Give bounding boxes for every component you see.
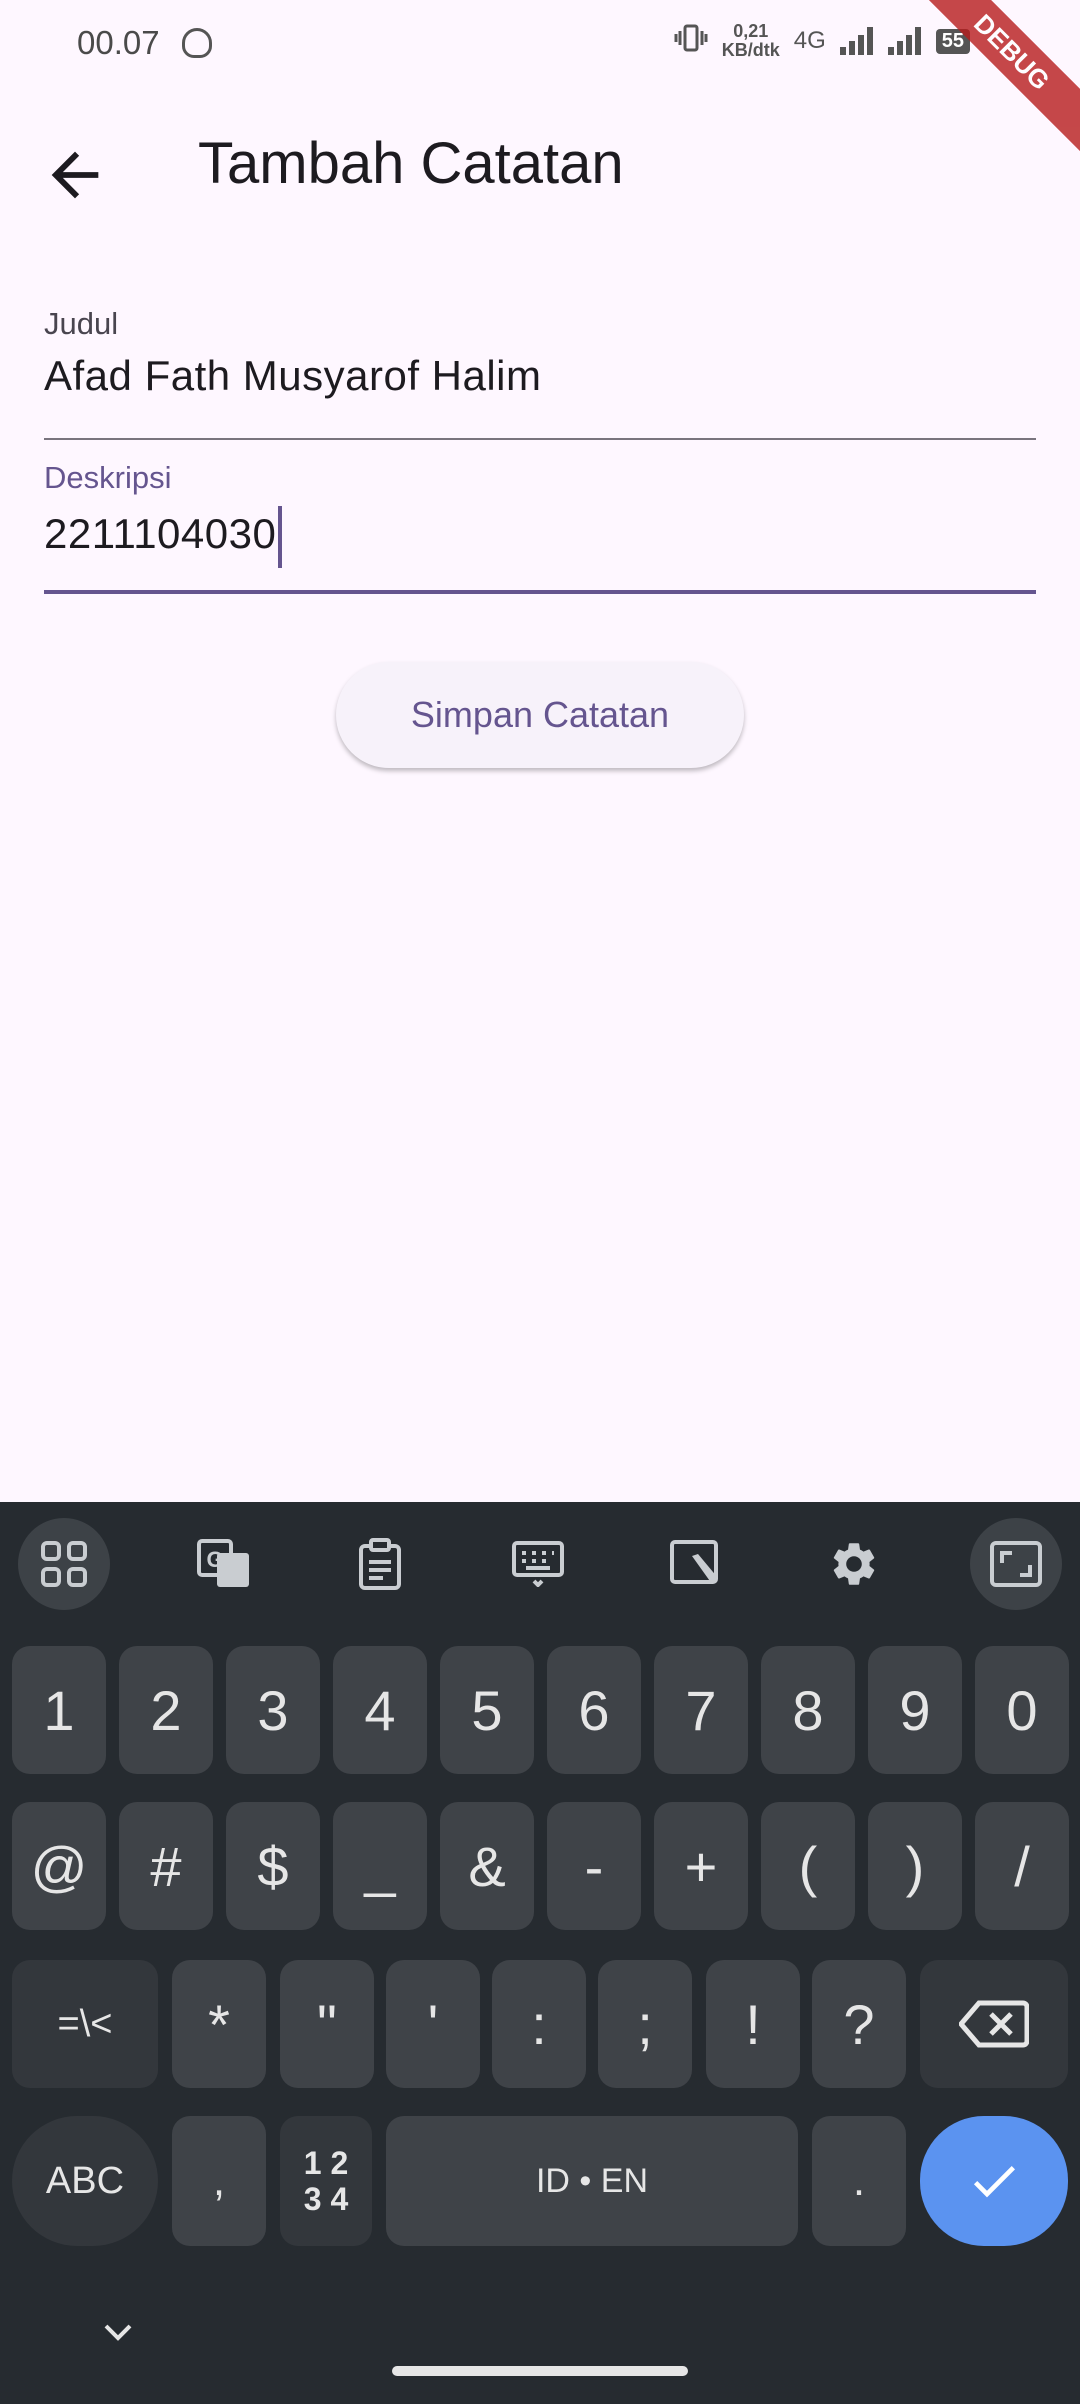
- symbol-key[interactable]: _: [333, 1802, 427, 1930]
- title-field-value[interactable]: Afad Fath Musyarof Halim: [44, 352, 1036, 400]
- network-speed: 0,21 KB/dtk: [721, 21, 780, 60]
- settings-button[interactable]: [808, 1518, 900, 1610]
- network-type: 4G: [793, 27, 826, 54]
- symbol-key[interactable]: -: [547, 1802, 641, 1930]
- symbol-key[interactable]: +: [654, 1802, 748, 1930]
- translate-button[interactable]: G: [178, 1518, 270, 1610]
- keyboard-mode-button[interactable]: [492, 1518, 584, 1610]
- symbol-key[interactable]: #: [119, 1802, 213, 1930]
- symbol-key[interactable]: :: [492, 1960, 586, 2088]
- description-field-label: Deskripsi: [44, 460, 172, 495]
- comma-key[interactable]: ,: [172, 2116, 266, 2246]
- symbol-key[interactable]: =\<: [12, 1960, 158, 2088]
- status-time: 00.07: [77, 24, 160, 61]
- apps-grid-button[interactable]: [18, 1518, 110, 1610]
- period-key[interactable]: .: [812, 2116, 906, 2246]
- backspace-icon: [959, 2000, 1029, 2048]
- gear-icon: [833, 1543, 875, 1585]
- arrow-left-icon: [51, 151, 99, 199]
- number-key[interactable]: 1: [12, 1646, 106, 1774]
- symbol-key[interactable]: $: [226, 1802, 320, 1930]
- resize-icon: [990, 1541, 1042, 1587]
- check-icon: [973, 2166, 1015, 2198]
- numpad-bottom-label: 3 4: [303, 2181, 349, 2217]
- symbol-key[interactable]: ): [868, 1802, 962, 1930]
- backspace-key[interactable]: [920, 1960, 1068, 2088]
- abc-key[interactable]: ABC: [12, 2116, 158, 2246]
- space-key[interactable]: ID • EN: [386, 2116, 798, 2246]
- symbol-key[interactable]: @: [12, 1802, 106, 1930]
- status-bar: 00.07 0,21 KB/dtk 4G 55: [0, 0, 1080, 90]
- description-field-value: 2211104030: [44, 510, 277, 558]
- page-title: Tambah Catatan: [198, 131, 624, 196]
- status-icons: 0,21 KB/dtk 4G 55: [674, 22, 970, 60]
- chevron-down-icon: [104, 2324, 132, 2341]
- vibrate-icon: [674, 24, 708, 59]
- translate-icon: G: [197, 1539, 249, 1587]
- clipboard-button[interactable]: [334, 1518, 426, 1610]
- number-key[interactable]: 5: [440, 1646, 534, 1774]
- number-key[interactable]: 7: [654, 1646, 748, 1774]
- text-cursor: [278, 506, 283, 568]
- save-note-button[interactable]: Simpan Catatan: [336, 662, 744, 768]
- title-field-underline: [44, 438, 1036, 440]
- description-field-underline: [44, 590, 1036, 594]
- numpad-key[interactable]: 1 23 4: [280, 2116, 372, 2246]
- grid-icon: [41, 1541, 87, 1587]
- back-button[interactable]: [40, 140, 110, 210]
- symbol-key[interactable]: ': [386, 1960, 480, 2088]
- done-key[interactable]: [920, 2116, 1068, 2246]
- keyboard-toolbar: G: [0, 1502, 1080, 1622]
- home-indicator[interactable]: [392, 2366, 688, 2376]
- resize-button[interactable]: [970, 1518, 1062, 1610]
- symbol-key[interactable]: *: [172, 1960, 266, 2088]
- numpad-top-label: 1 2: [303, 2145, 349, 2181]
- symbol-key[interactable]: ?: [812, 1960, 906, 2088]
- number-key[interactable]: 9: [868, 1646, 962, 1774]
- title-field[interactable]: Judul Afad Fath Musyarof Halim: [44, 306, 1036, 440]
- symbol-key[interactable]: &: [440, 1802, 534, 1930]
- svg-text:G: G: [206, 1547, 223, 1572]
- handwriting-button[interactable]: [650, 1518, 742, 1610]
- number-key[interactable]: 8: [761, 1646, 855, 1774]
- clipboard-icon: [359, 1538, 401, 1590]
- number-key[interactable]: 0: [975, 1646, 1069, 1774]
- app-bar: Tambah Catatan: [0, 110, 1080, 220]
- symbol-key[interactable]: /: [975, 1802, 1069, 1930]
- notification-icon: [182, 28, 212, 58]
- symbol-key[interactable]: ": [280, 1960, 374, 2088]
- description-field[interactable]: Deskripsi 2211104030: [44, 460, 1036, 594]
- number-key[interactable]: 4: [333, 1646, 427, 1774]
- keyboard: G 1234567890 @ # $ _ & - +() / =\< * " ':;!? ABC ,…: [0, 1502, 1080, 2404]
- pen-icon: [670, 1540, 718, 1584]
- number-key[interactable]: 6: [547, 1646, 641, 1774]
- signal-icon: [839, 27, 874, 55]
- keyboard-icon: [512, 1541, 564, 1587]
- number-key[interactable]: 3: [226, 1646, 320, 1774]
- signal-icon-2: [887, 27, 922, 55]
- hide-keyboard-button[interactable]: [100, 2320, 136, 2349]
- title-field-label: Judul: [44, 306, 119, 341]
- symbol-key[interactable]: ;: [598, 1960, 692, 2088]
- number-key[interactable]: 2: [119, 1646, 213, 1774]
- symbol-key[interactable]: !: [706, 1960, 800, 2088]
- symbol-key[interactable]: (: [761, 1802, 855, 1930]
- description-field-input[interactable]: 2211104030: [44, 506, 1036, 568]
